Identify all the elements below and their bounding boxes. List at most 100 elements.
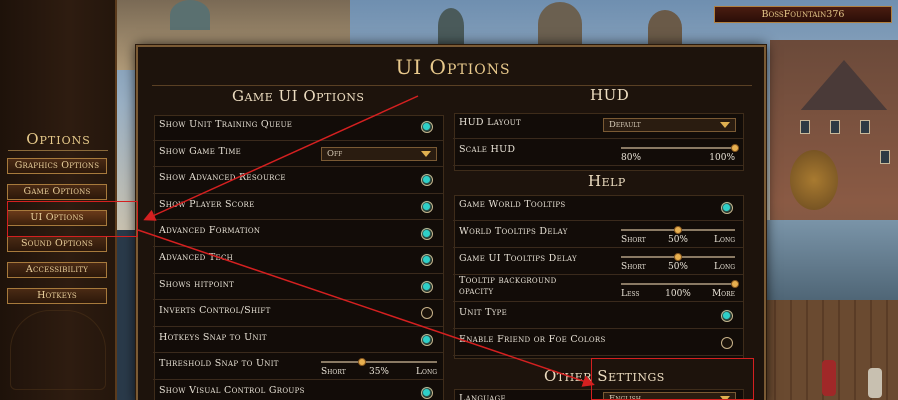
option-row-shows-hitpoint: Shows hitpoint: [153, 274, 443, 301]
toggle-radio[interactable]: [421, 254, 433, 267]
slider-track[interactable]: [621, 283, 735, 285]
slider-handle[interactable]: [357, 358, 366, 367]
toggle-radio[interactable]: [421, 227, 433, 240]
sidebar-item-game-options[interactable]: Game Options: [7, 184, 107, 200]
toggle-radio[interactable]: [421, 121, 433, 134]
option-label: Show Player Score: [159, 198, 255, 210]
option-row-enable-friend-or-foe-colors: Enable Friend or Foe Colors: [453, 329, 743, 356]
window: [860, 120, 870, 134]
option-label: Show Visual Control Groups: [159, 385, 305, 396]
option-label: Show Advanced Resource: [159, 172, 286, 184]
chevron-down-icon: [421, 150, 431, 157]
slider-value_label: 50%: [667, 235, 688, 245]
window: [830, 120, 840, 134]
option-label: Show Unit Training Queue: [159, 119, 293, 130]
option-row-inverts-control-shift: Inverts Control/Shift: [153, 300, 443, 327]
divider: [8, 150, 108, 151]
slider-handle[interactable]: [674, 253, 682, 261]
option-label: Scale HUD: [459, 144, 516, 155]
option-row-unit-type: Unit Type: [453, 302, 743, 329]
slider-max_label: Long: [714, 235, 735, 245]
option-row-show-visual-control-groups: Show Visual Control Groups: [153, 380, 443, 400]
dialog-title: UI Options: [395, 55, 511, 79]
slider-track[interactable]: [621, 147, 735, 149]
option-row-advanced-formation: Advanced Formation: [153, 220, 443, 247]
account-name-plate[interactable]: BossFountain376: [714, 6, 892, 23]
window: [800, 120, 810, 134]
option-label: HUD Layout: [459, 117, 521, 128]
sidebar-item-accessibility[interactable]: Accessibility: [7, 262, 107, 278]
slider-min_label: Short: [621, 262, 646, 272]
hud-section-title: HUD: [590, 86, 630, 104]
option-row-show-game-time: Show Game Time Off: [153, 141, 443, 168]
toggle-radio[interactable]: [421, 387, 433, 400]
toggle-radio[interactable]: [721, 336, 733, 349]
slider-track[interactable]: [321, 361, 437, 364]
dome: [170, 0, 210, 30]
help-section-title: Help: [588, 172, 626, 190]
option-row-show-unit-training-queue: Show Unit Training Queue: [153, 114, 443, 141]
option-label: Game UI Tooltips Delay: [459, 253, 577, 264]
annotation-box: [7, 201, 138, 237]
option-row-show-advanced-resource: Show Advanced Resource: [153, 167, 443, 194]
sidebar-title: Options: [26, 130, 91, 148]
annotation-box: [591, 358, 754, 400]
option-row-scale-hud: Scale HUD 80% 100%: [453, 139, 743, 166]
dome: [538, 2, 582, 46]
slider-handle[interactable]: [731, 144, 739, 152]
chevron-down-icon: [720, 122, 730, 128]
toggle-radio[interactable]: [421, 334, 433, 347]
option-row-hud-layout: HUD Layout Default: [453, 112, 743, 139]
option-label: Show Game Time: [159, 145, 242, 157]
option-label: Language: [459, 393, 506, 400]
slider-min_label: Short: [621, 235, 646, 245]
option-label: World Tooltips Delay: [459, 226, 568, 237]
sidebar-item-sound-options[interactable]: Sound Options: [7, 236, 107, 252]
options-sidebar: Options Graphics Options Game Options UI…: [0, 0, 117, 400]
option-label: Enable Friend or Foe Colors: [459, 334, 606, 345]
toggle-radio[interactable]: [421, 201, 433, 214]
option-label: Advanced Tech: [159, 252, 234, 263]
toggle-radio[interactable]: [721, 201, 733, 214]
option-row-tooltip-background-opacity: Tooltip background opacity Less 100% More: [453, 275, 743, 302]
account-name: BossFountain376: [761, 9, 845, 20]
option-label: Inverts Control/Shift: [159, 305, 271, 317]
divider: [152, 85, 752, 86]
option-label: Game World Tooltips: [459, 199, 566, 210]
toggle-radio[interactable]: [421, 280, 433, 293]
option-label: Shows hitpoint: [159, 278, 235, 290]
water: [760, 220, 898, 310]
option-label: Hotkeys Snap to Unit: [159, 331, 267, 343]
slider-max_label: Long: [416, 367, 437, 378]
option-label: Threshold Snap to Unit: [159, 358, 279, 370]
option-row-show-player-score: Show Player Score: [153, 194, 443, 221]
slider-min_label: 80%: [621, 153, 642, 163]
dropdown-value: Default: [609, 120, 641, 130]
slider-handle[interactable]: [674, 226, 682, 234]
game-ui-section-title: Game UI Options: [232, 87, 365, 105]
dome: [648, 10, 682, 46]
slider-min_label: Less: [621, 289, 640, 299]
slider-handle[interactable]: [731, 280, 739, 288]
option-row-world-tooltips-delay: World Tooltips Delay Short 50% Long: [453, 221, 743, 248]
toggle-radio[interactable]: [421, 174, 433, 187]
option-row-threshold-snap-to-unit: Threshold Snap to Unit Short 35% Long: [153, 353, 443, 380]
dropdown-value: Off: [327, 148, 343, 159]
sidebar-item-hotkeys[interactable]: Hotkeys: [7, 288, 107, 304]
dropdown-select[interactable]: Off: [321, 146, 437, 161]
sidebar-ornament: [10, 310, 106, 390]
slider-max_label: 100%: [709, 153, 735, 163]
option-label: Tooltip background opacity: [459, 275, 557, 297]
toggle-radio[interactable]: [721, 309, 733, 322]
slider-value_label: 50%: [667, 262, 688, 272]
option-row-advanced-tech: Advanced Tech: [153, 247, 443, 274]
slider-value_label: 35%: [368, 367, 389, 378]
option-row-game-world-tooltips: Game World Tooltips: [453, 194, 743, 221]
toggle-radio[interactable]: [421, 307, 433, 320]
option-label: Advanced Formation: [159, 225, 261, 237]
option-label: Unit Type: [459, 307, 508, 318]
option-row-hotkeys-snap-to-unit: Hotkeys Snap to Unit: [153, 327, 443, 354]
sidebar-item-graphics-options[interactable]: Graphics Options: [7, 158, 107, 174]
dome: [438, 8, 464, 44]
dropdown-select[interactable]: Default: [603, 118, 736, 132]
